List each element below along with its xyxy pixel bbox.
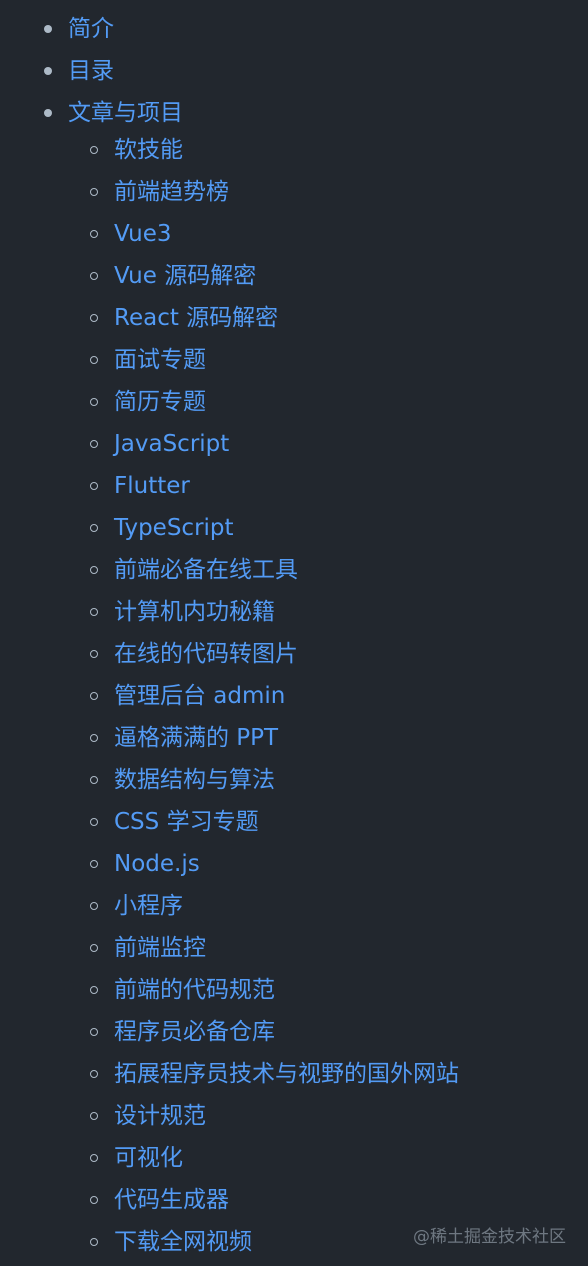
toc-subitem: 逼格满满的 PPT [88,717,278,759]
toc-item-contents: 目录 [42,50,114,92]
circle-bullet-icon [90,566,98,574]
toc-sublink[interactable]: Vue 源码解密 [114,255,256,297]
toc-sublink[interactable]: 前端趋势榜 [114,171,229,213]
toc-subitem: 代码生成器 [88,1179,229,1221]
circle-bullet-icon [90,1028,98,1036]
toc-sublink[interactable]: Flutter [114,465,190,507]
toc-subitem: 设计规范 [88,1095,206,1137]
toc-subitem: Flutter [88,465,190,507]
toc-subitem: 前端必备在线工具 [88,549,298,591]
toc-sublink[interactable]: 计算机内功秘籍 [114,591,275,633]
circle-bullet-icon [90,1070,98,1078]
circle-bullet-icon [90,944,98,952]
toc-subitem: TypeScript [88,507,234,549]
toc-sublink[interactable]: CSS 学习专题 [114,801,259,843]
circle-bullet-icon [90,776,98,784]
circle-bullet-icon [90,1196,98,1204]
toc-subitem: 小程序 [88,885,183,927]
toc-sublink[interactable]: 面试专题 [114,339,206,381]
disc-bullet-icon [44,67,52,75]
toc-sublink[interactable]: 数据结构与算法 [114,759,275,801]
toc-link-articles[interactable]: 文章与项目 [68,92,183,134]
disc-bullet-icon [44,109,52,117]
circle-bullet-icon [90,272,98,280]
toc-sublink[interactable]: 管理后台 admin [114,675,285,717]
toc-sublink[interactable]: 软技能 [114,129,183,171]
toc-subitem: 前端监控 [88,927,206,969]
toc-subitem: 简历专题 [88,381,206,423]
circle-bullet-icon [90,1154,98,1162]
toc-sublink[interactable]: 简历专题 [114,381,206,423]
toc-link-intro[interactable]: 简介 [68,8,114,50]
circle-bullet-icon [90,314,98,322]
circle-bullet-icon [90,188,98,196]
toc-subitem: 程序员必备仓库 [88,1011,275,1053]
toc-subitem: CSS 学习专题 [88,801,259,843]
circle-bullet-icon [90,902,98,910]
toc-subitem: 前端趋势榜 [88,171,229,213]
toc-sublink[interactable]: JavaScript [114,423,229,465]
toc-sublink[interactable]: 在线的代码转图片 [114,633,298,675]
circle-bullet-icon [90,860,98,868]
circle-bullet-icon [90,986,98,994]
toc-sublink[interactable]: 拓展程序员技术与视野的国外网站 [114,1053,459,1095]
circle-bullet-icon [90,608,98,616]
toc-subitem: 面试专题 [88,339,206,381]
toc-subitem: React 源码解密 [88,297,278,339]
toc-sublink[interactable]: 下载全网视频 [114,1221,252,1263]
circle-bullet-icon [90,356,98,364]
watermark: @稀土掘金技术社区 [413,1227,566,1247]
toc-subitem: 数据结构与算法 [88,759,275,801]
toc-sublink[interactable]: 前端的代码规范 [114,969,275,1011]
toc-subitem: 可视化 [88,1137,183,1179]
toc-sublink[interactable]: 代码生成器 [114,1179,229,1221]
toc-subitem: JavaScript [88,423,229,465]
disc-bullet-icon [44,25,52,33]
toc-sublink[interactable]: 前端必备在线工具 [114,549,298,591]
circle-bullet-icon [90,146,98,154]
circle-bullet-icon [90,1112,98,1120]
toc-sublink[interactable]: 设计规范 [114,1095,206,1137]
circle-bullet-icon [90,818,98,826]
circle-bullet-icon [90,692,98,700]
toc-subitem: 软技能 [88,129,183,171]
toc-subitem: 前端的代码规范 [88,969,275,1011]
circle-bullet-icon [90,482,98,490]
toc-link-contents[interactable]: 目录 [68,50,114,92]
circle-bullet-icon [90,230,98,238]
toc-sublink[interactable]: TypeScript [114,507,234,549]
toc-item-articles: 文章与项目 [42,92,183,134]
toc-sublink[interactable]: 程序员必备仓库 [114,1011,275,1053]
toc-sublink[interactable]: 可视化 [114,1137,183,1179]
toc-subitem: Vue 源码解密 [88,255,256,297]
toc-sublink[interactable]: Node.js [114,843,200,885]
toc-sublink[interactable]: 小程序 [114,885,183,927]
circle-bullet-icon [90,1238,98,1246]
toc-subitem: 拓展程序员技术与视野的国外网站 [88,1053,459,1095]
circle-bullet-icon [90,650,98,658]
circle-bullet-icon [90,524,98,532]
toc-sublink[interactable]: React 源码解密 [114,297,278,339]
circle-bullet-icon [90,440,98,448]
circle-bullet-icon [90,734,98,742]
toc-sublink[interactable]: 前端监控 [114,927,206,969]
toc-subitem: 在线的代码转图片 [88,633,298,675]
toc-subitem: 管理后台 admin [88,675,285,717]
toc-subitem: 计算机内功秘籍 [88,591,275,633]
toc-subitem: 下载全网视频 [88,1221,252,1263]
toc-sublink[interactable]: 逼格满满的 PPT [114,717,278,759]
toc-item-intro: 简介 [42,8,114,50]
circle-bullet-icon [90,398,98,406]
toc-sublink[interactable]: Vue3 [114,213,172,255]
toc-subitem: Vue3 [88,213,172,255]
toc-subitem: Node.js [88,843,200,885]
